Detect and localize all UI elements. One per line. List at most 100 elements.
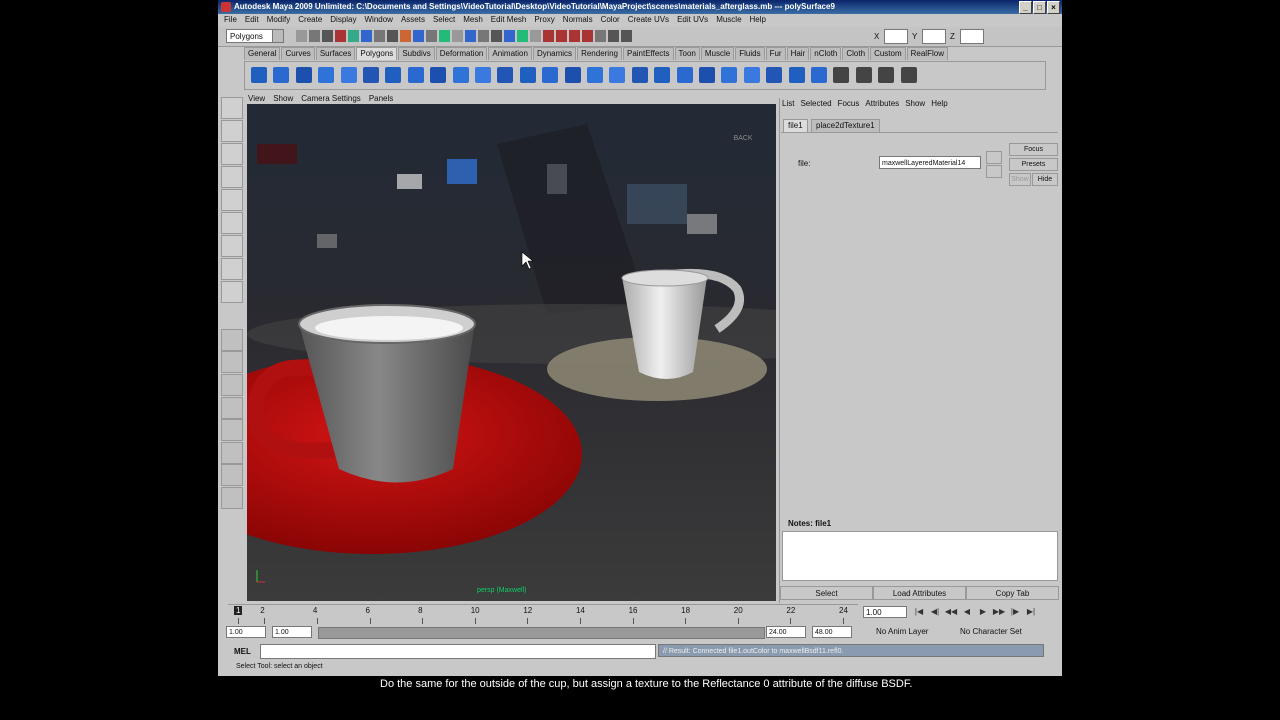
shelf-tool-icon[interactable] bbox=[340, 67, 357, 83]
shelf-tool-icon[interactable] bbox=[788, 67, 805, 83]
step-forward-icon[interactable]: |▶ bbox=[1008, 606, 1022, 618]
menu-display[interactable]: Display bbox=[330, 14, 356, 26]
copy-tab-button[interactable]: Copy Tab bbox=[966, 586, 1059, 600]
ae-menu-selected[interactable]: Selected bbox=[800, 99, 831, 109]
command-input[interactable] bbox=[260, 644, 656, 659]
status-tool-icon[interactable] bbox=[569, 30, 580, 42]
z-field[interactable] bbox=[960, 29, 984, 44]
shelf-tool-icon[interactable] bbox=[766, 67, 783, 83]
hide-button[interactable]: Hide bbox=[1032, 173, 1058, 186]
shelf-tool-icon[interactable] bbox=[609, 67, 626, 83]
menu-edit-uvs[interactable]: Edit UVs bbox=[677, 14, 708, 26]
shelf-tool-icon[interactable] bbox=[811, 67, 827, 83]
step-forward-key-icon[interactable]: ▶▶ bbox=[992, 606, 1006, 618]
shelf-tab-ncloth[interactable]: nCloth bbox=[810, 47, 842, 60]
toolbox-tool-icon[interactable] bbox=[221, 97, 243, 119]
shelf-tab-surfaces[interactable]: Surfaces bbox=[315, 47, 356, 60]
toolbox-tool-icon[interactable] bbox=[221, 281, 243, 303]
maximize-button[interactable]: □ bbox=[1033, 1, 1046, 14]
character-set-selector[interactable]: No Character Set bbox=[960, 627, 1022, 636]
focus-button[interactable]: Focus bbox=[1009, 143, 1058, 156]
shelf-tab-painteffects[interactable]: PaintEffects bbox=[622, 47, 674, 60]
shelf-tool-icon[interactable] bbox=[497, 67, 514, 83]
shelf-tool-icon[interactable] bbox=[363, 67, 379, 83]
menu-create-uvs[interactable]: Create UVs bbox=[628, 14, 669, 26]
shelf-tool-icon[interactable] bbox=[385, 67, 402, 83]
status-tool-icon[interactable] bbox=[348, 30, 359, 42]
status-tool-icon[interactable] bbox=[361, 30, 372, 42]
status-tool-icon[interactable] bbox=[608, 30, 619, 42]
shelf-tool-icon[interactable] bbox=[564, 67, 581, 83]
viewport-menu-show[interactable]: Show bbox=[273, 94, 293, 104]
status-tool-icon[interactable] bbox=[296, 30, 307, 42]
play-forward-icon[interactable]: ▶ bbox=[976, 606, 990, 618]
start-time-field[interactable]: 1.00 bbox=[226, 626, 266, 638]
shelf-tab-polygons[interactable]: Polygons bbox=[356, 47, 398, 60]
shelf-tool-icon[interactable] bbox=[855, 67, 872, 83]
menu-normals[interactable]: Normals bbox=[563, 14, 593, 26]
toolbox-tool-icon[interactable] bbox=[221, 166, 243, 188]
shelf-tab-rendering[interactable]: Rendering bbox=[577, 47, 622, 60]
shelf-tab-dynamics[interactable]: Dynamics bbox=[532, 47, 577, 60]
shelf-tool-icon[interactable] bbox=[587, 67, 603, 83]
shelf-tool-icon[interactable] bbox=[631, 67, 648, 83]
viewport-menu-view[interactable]: View bbox=[248, 94, 265, 104]
notes-textarea[interactable] bbox=[782, 531, 1058, 581]
toolbox-tool-icon[interactable] bbox=[221, 487, 243, 509]
shelf-tool-icon[interactable] bbox=[452, 67, 469, 83]
toolbox-tool-icon[interactable] bbox=[221, 419, 243, 441]
shelf-tool-icon[interactable] bbox=[318, 67, 335, 83]
output-connection-icon[interactable] bbox=[986, 165, 1002, 178]
menu-edit-mesh[interactable]: Edit Mesh bbox=[491, 14, 527, 26]
menu-muscle[interactable]: Muscle bbox=[716, 14, 741, 26]
toolbox-tool-icon[interactable] bbox=[221, 442, 243, 464]
shelf-tool-icon[interactable] bbox=[475, 67, 491, 83]
toolbox-tool-icon[interactable] bbox=[221, 397, 243, 419]
mode-selector[interactable]: Polygons bbox=[226, 29, 284, 43]
show-button[interactable]: Show bbox=[1009, 173, 1031, 186]
ae-menu-focus[interactable]: Focus bbox=[838, 99, 860, 109]
minimize-button[interactable]: _ bbox=[1019, 1, 1032, 14]
shelf-tool-icon[interactable] bbox=[407, 67, 424, 83]
go-to-end-icon[interactable]: ▶| bbox=[1024, 606, 1038, 618]
status-tool-icon[interactable] bbox=[374, 30, 385, 42]
toolbox-tool-icon[interactable] bbox=[221, 464, 243, 486]
go-to-start-icon[interactable]: |◀ bbox=[912, 606, 926, 618]
shelf-tool-icon[interactable] bbox=[676, 67, 693, 83]
toolbox-tool-icon[interactable] bbox=[221, 235, 243, 257]
shelf-tab-general[interactable]: General bbox=[244, 47, 281, 60]
menu-window[interactable]: Window bbox=[365, 14, 393, 26]
status-tool-icon[interactable] bbox=[426, 30, 437, 42]
range-end-field[interactable]: 24.00 bbox=[766, 626, 806, 638]
status-tool-icon[interactable] bbox=[582, 30, 593, 42]
status-tool-icon[interactable] bbox=[621, 30, 632, 42]
menu-color[interactable]: Color bbox=[601, 14, 620, 26]
ae-menu-show[interactable]: Show bbox=[905, 99, 925, 109]
toolbox-tool-icon[interactable] bbox=[221, 120, 243, 142]
tab-place2dtexture1[interactable]: place2dTexture1 bbox=[811, 119, 880, 132]
select-button[interactable]: Select bbox=[780, 586, 873, 600]
anim-layer-selector[interactable]: No Anim Layer bbox=[876, 627, 928, 636]
shelf-tool-icon[interactable] bbox=[721, 67, 738, 83]
status-tool-icon[interactable] bbox=[465, 30, 476, 42]
range-bar[interactable] bbox=[318, 627, 765, 639]
mel-label[interactable]: MEL bbox=[234, 647, 251, 656]
menu-edit[interactable]: Edit bbox=[245, 14, 259, 26]
status-tool-icon[interactable] bbox=[452, 30, 463, 42]
menu-file[interactable]: File bbox=[224, 14, 237, 26]
shelf-tab-cloth[interactable]: Cloth bbox=[842, 47, 870, 60]
shelf-tab-deformation[interactable]: Deformation bbox=[435, 47, 488, 60]
status-tool-icon[interactable] bbox=[530, 30, 541, 42]
shelf-tab-subdivs[interactable]: Subdivs bbox=[398, 47, 435, 60]
status-tool-icon[interactable] bbox=[556, 30, 567, 42]
toolbox-tool-icon[interactable] bbox=[221, 258, 243, 280]
shelf-tab-toon[interactable]: Toon bbox=[674, 47, 700, 60]
viewport-menu-panels[interactable]: Panels bbox=[369, 94, 393, 104]
presets-button[interactable]: Presets bbox=[1009, 158, 1058, 171]
toolbox-tool-icon[interactable] bbox=[221, 329, 243, 351]
step-back-key-icon[interactable]: ◀◀ bbox=[944, 606, 958, 618]
play-backward-icon[interactable]: ◀ bbox=[960, 606, 974, 618]
shelf-tool-icon[interactable] bbox=[519, 67, 536, 83]
step-back-icon[interactable]: ◀| bbox=[928, 606, 942, 618]
shelf-tab-curves[interactable]: Curves bbox=[281, 47, 315, 60]
